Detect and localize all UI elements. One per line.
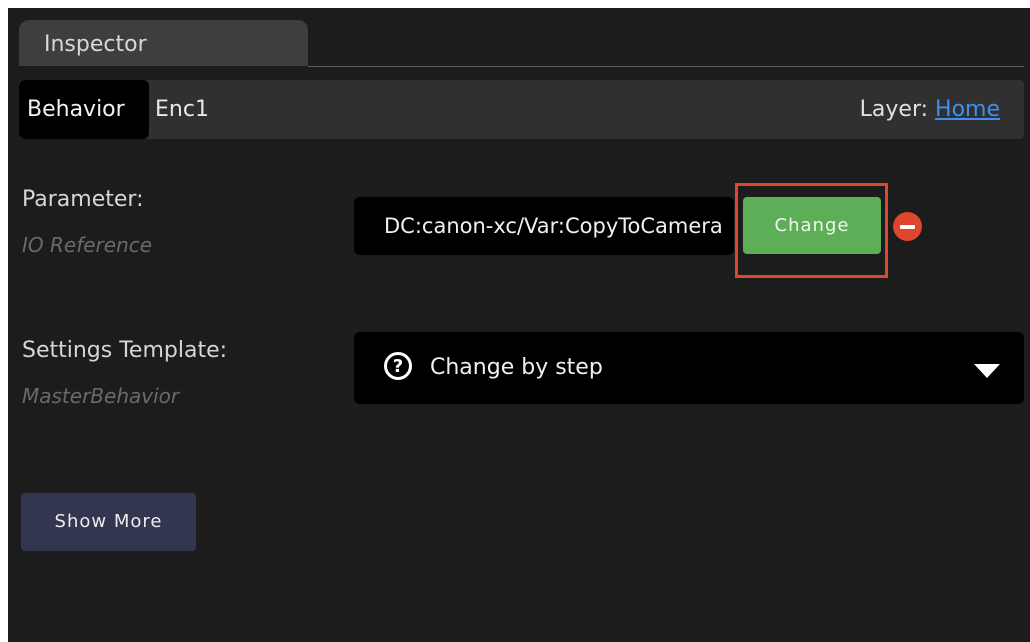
show-more-button[interactable]: Show More bbox=[21, 493, 196, 551]
parameter-label: Parameter: bbox=[22, 187, 144, 212]
parameter-field[interactable]: DC:canon-xc/Var:CopyToCamera bbox=[354, 197, 734, 255]
settings-template-label: Settings Template: bbox=[22, 338, 228, 363]
layer-indicator: Layer: Home bbox=[860, 80, 1000, 139]
layer-label: Layer: bbox=[859, 97, 936, 122]
tab-inspector[interactable]: Inspector bbox=[19, 20, 308, 66]
control-name: Enc1 bbox=[155, 97, 209, 122]
settings-template-dropdown[interactable]: ? Change by step bbox=[354, 332, 1024, 404]
change-button[interactable]: Change bbox=[743, 197, 881, 254]
tab-divider bbox=[308, 66, 1024, 67]
remove-icon[interactable] bbox=[893, 212, 922, 241]
inspector-panel: Inspector Behavior Enc1 Layer: Home Para… bbox=[8, 8, 1030, 642]
tab-behavior-label: Behavior bbox=[27, 97, 125, 122]
help-icon[interactable]: ? bbox=[384, 352, 412, 380]
settings-template-sublabel: MasterBehavior bbox=[22, 384, 180, 408]
tab-inspector-label: Inspector bbox=[44, 32, 147, 57]
parameter-sublabel: IO Reference bbox=[22, 233, 153, 257]
behavior-header: Behavior Enc1 Layer: Home bbox=[19, 80, 1024, 139]
settings-template-value: Change by step bbox=[430, 355, 603, 380]
layer-home-link[interactable]: Home bbox=[935, 97, 1000, 122]
chevron-down-icon[interactable] bbox=[974, 364, 1000, 378]
tab-behavior[interactable]: Behavior bbox=[19, 80, 149, 139]
